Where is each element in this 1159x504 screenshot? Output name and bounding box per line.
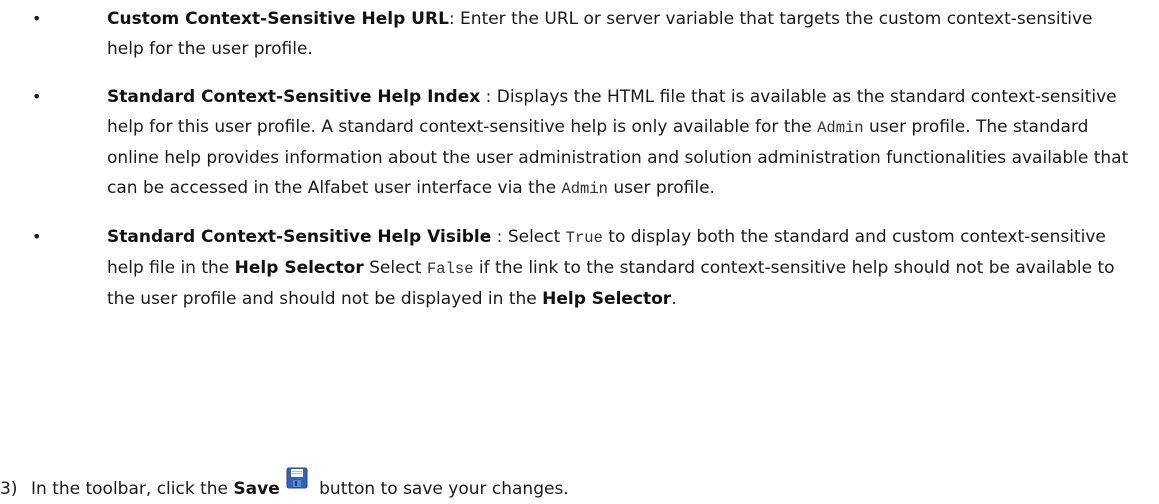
bullet-icon: • <box>32 9 42 28</box>
code-term: Admin <box>817 119 864 137</box>
list-item: • Custom Context-Sensitive Help URL: Ent… <box>0 4 1159 64</box>
bullet-icon: • <box>32 87 42 106</box>
list-item-text: Standard Context-Sensitive Help Visible … <box>107 227 1115 309</box>
list-item-text: Custom Context-Sensitive Help URL: Enter… <box>107 9 1093 59</box>
code-term: True <box>565 229 603 247</box>
field-name: Custom Context-Sensitive Help URL <box>107 9 449 29</box>
document-page: • Custom Context-Sensitive Help URL: Ent… <box>0 0 1159 502</box>
code-term: Admin <box>561 180 608 198</box>
list-item-text: Standard Context-Sensitive Help Index : … <box>107 87 1129 198</box>
floppy-disk-save-icon <box>286 467 308 489</box>
field-description-list: • Custom Context-Sensitive Help URL: Ent… <box>0 4 1159 332</box>
bullet-icon: • <box>32 227 42 246</box>
ui-term: Help Selector <box>234 258 364 278</box>
step-number: 3) <box>0 479 18 499</box>
field-name: Standard Context-Sensitive Help Visible <box>107 227 492 247</box>
code-term: False <box>427 260 474 278</box>
ui-term: Help Selector <box>542 289 672 309</box>
button-name: Save <box>233 479 280 499</box>
list-item: • Standard Context-Sensitive Help Index … <box>0 82 1159 204</box>
field-name: Standard Context-Sensitive Help Index <box>107 87 481 107</box>
list-item: • Standard Context-Sensitive Help Visibl… <box>0 222 1159 314</box>
procedure-step: 3) In the toolbar, click the Save button … <box>0 467 569 504</box>
